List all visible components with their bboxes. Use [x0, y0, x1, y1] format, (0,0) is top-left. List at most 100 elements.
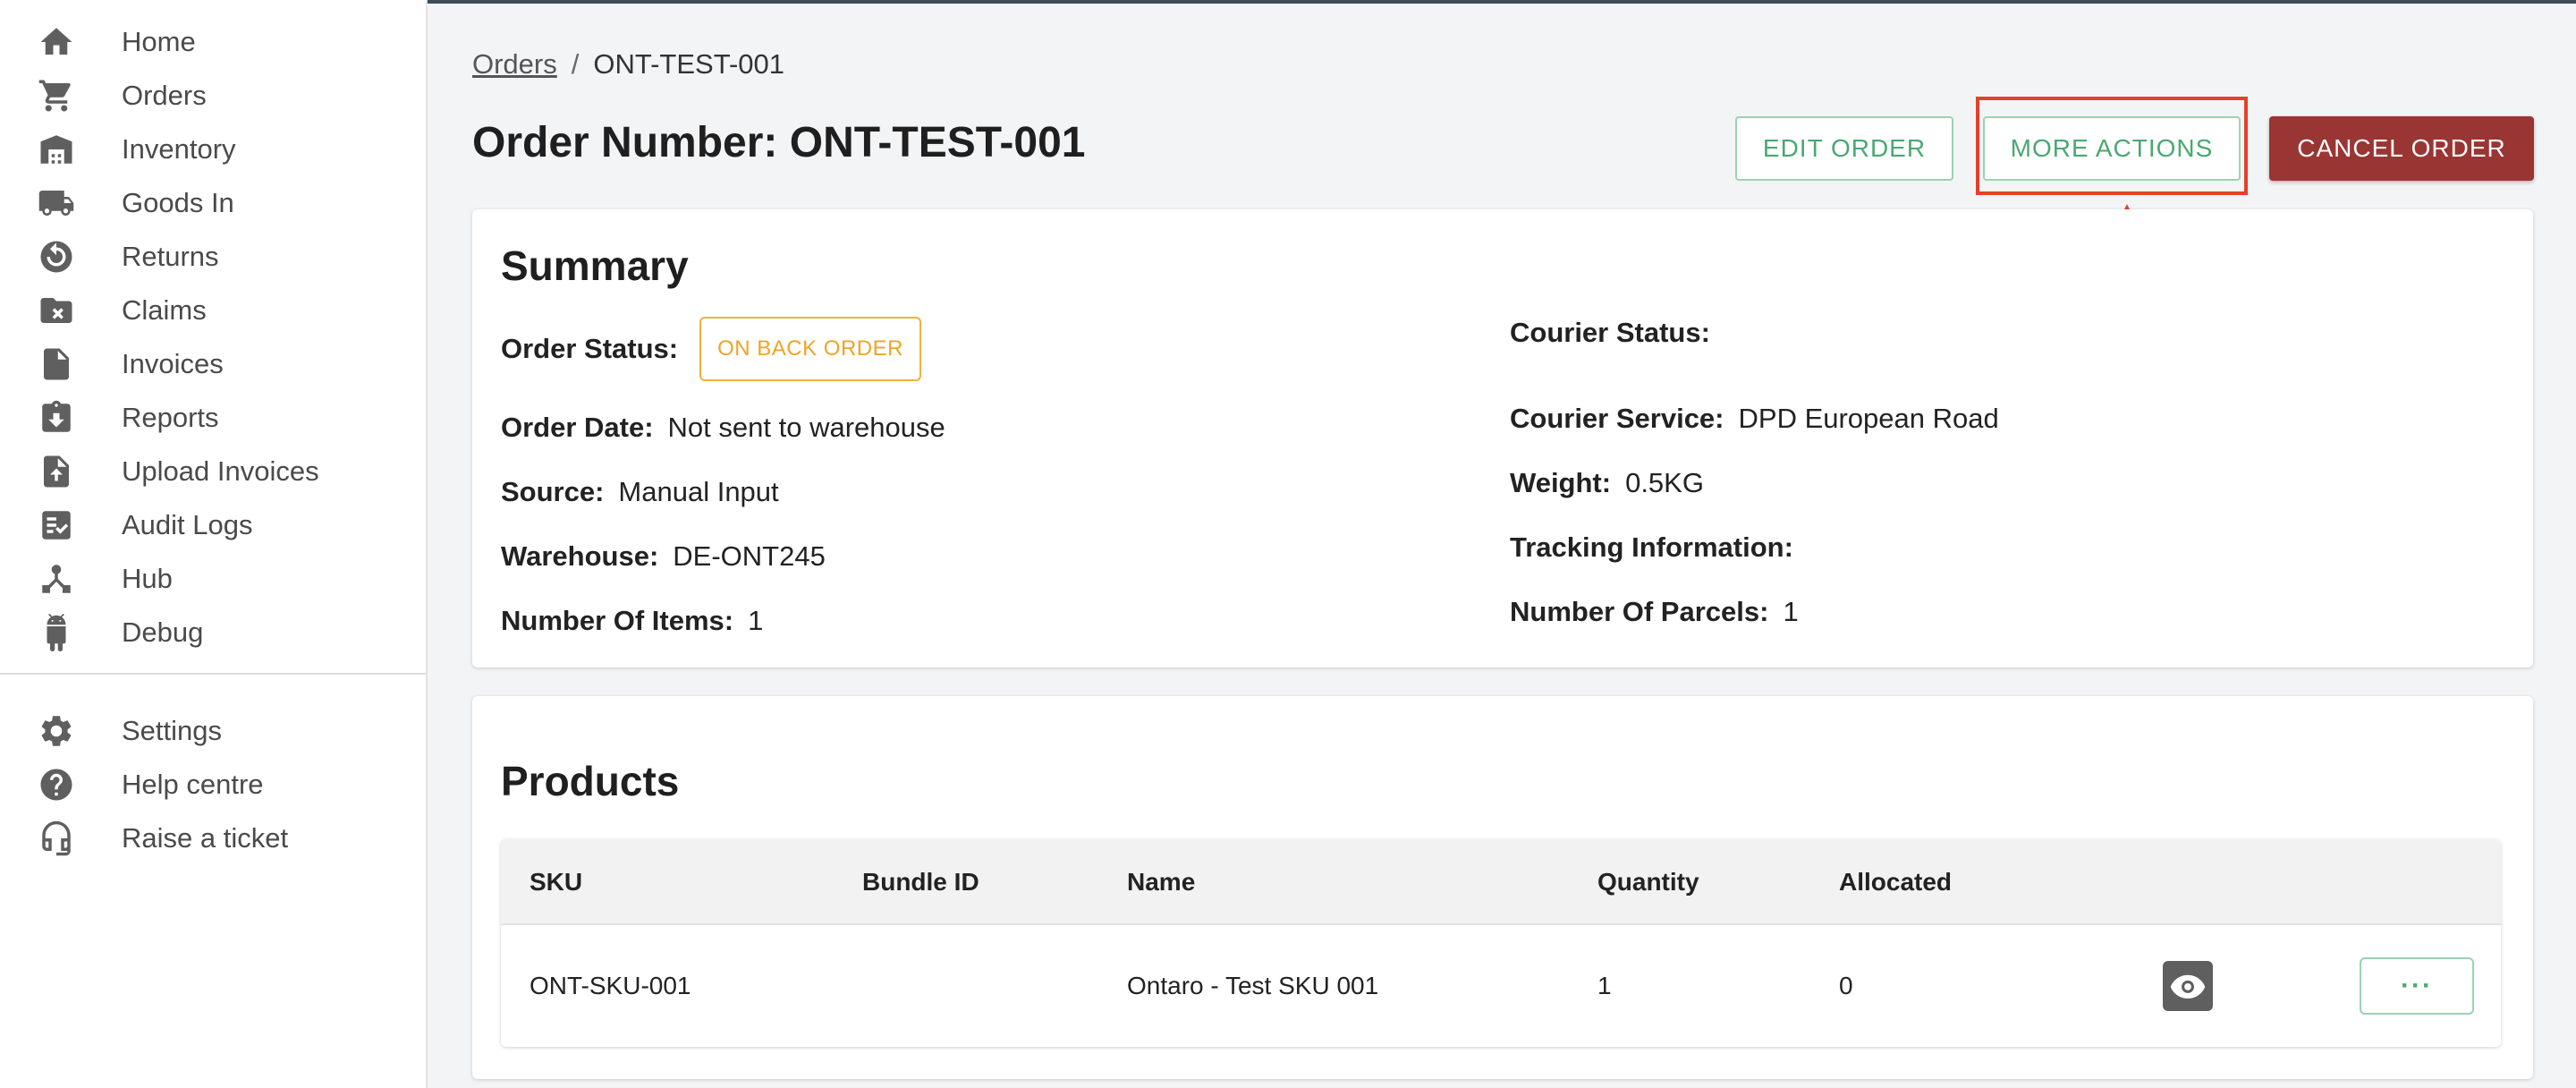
checklist-icon: [36, 505, 77, 546]
sidebar-item-help-centre[interactable]: Help centre: [0, 758, 426, 812]
sidebar-item-label: Hub: [122, 563, 173, 594]
order-status-label: Order Status:: [501, 333, 679, 364]
column-header-sku[interactable]: SKU: [530, 839, 582, 925]
weight-label: Weight:: [1510, 467, 1612, 498]
sidebar-item-label: Goods In: [122, 187, 234, 218]
sidebar-item-home[interactable]: Home: [0, 15, 426, 69]
source-label: Source:: [501, 476, 605, 507]
sidebar: Home Orders Inventory Goods In Returns C…: [0, 0, 428, 1088]
sidebar-item-label: Claims: [122, 294, 207, 326]
products-title: Products: [501, 758, 680, 804]
source-field: Source: Manual Input: [501, 471, 779, 514]
sidebar-item-label: Audit Logs: [122, 509, 253, 540]
column-header-bundle-id[interactable]: Bundle ID: [862, 839, 979, 925]
home-icon: [36, 21, 77, 63]
android-icon: [36, 612, 77, 653]
sidebar-item-inventory[interactable]: Inventory: [0, 123, 426, 176]
sidebar-item-debug[interactable]: Debug: [0, 606, 426, 659]
tracking-field: Tracking Information:: [1510, 526, 1808, 569]
breadcrumb: Orders / ONT-TEST-001: [472, 48, 784, 81]
row-more-options-button[interactable]: ···: [2360, 957, 2474, 1015]
weight-field: Weight: 0.5KG: [1510, 462, 1704, 505]
cancel-order-button[interactable]: CANCEL ORDER: [2269, 116, 2534, 181]
sidebar-item-label: Returns: [122, 241, 219, 272]
sidebar-item-hub[interactable]: Hub: [0, 552, 426, 606]
file-icon: [36, 344, 77, 385]
order-date-label: Order Date:: [501, 412, 654, 443]
source-value: Manual Input: [618, 476, 779, 507]
order-date-field: Order Date: Not sent to warehouse: [501, 406, 945, 449]
file-upload-icon: [36, 451, 77, 492]
weight-value: 0.5KG: [1625, 467, 1704, 498]
column-header-name[interactable]: Name: [1127, 839, 1195, 925]
gear-icon: [36, 710, 77, 752]
cart-icon: [36, 75, 77, 116]
edit-order-button[interactable]: EDIT ORDER: [1735, 116, 1953, 181]
sidebar-item-invoices[interactable]: Invoices: [0, 337, 426, 391]
tracking-label: Tracking Information:: [1510, 531, 1793, 563]
headset-icon: [36, 818, 77, 859]
sidebar-item-returns[interactable]: Returns: [0, 230, 426, 284]
sidebar-item-label: Debug: [122, 616, 204, 648]
cell-sku: ONT-SKU-001: [530, 972, 691, 999]
items-count-field: Number Of Items: 1: [501, 599, 763, 642]
sidebar-item-label: Reports: [122, 402, 219, 433]
cell-quantity: 1: [1597, 972, 1612, 999]
column-header-quantity[interactable]: Quantity: [1597, 839, 1699, 925]
sidebar-item-upload-invoices[interactable]: Upload Invoices: [0, 445, 426, 498]
page-title: Order Number: ONT-TEST-001: [472, 119, 1086, 166]
order-date-value: Not sent to warehouse: [667, 412, 945, 443]
courier-status-field: Courier Status:: [1510, 311, 1724, 354]
summary-title: Summary: [501, 242, 689, 289]
sidebar-item-label: Orders: [122, 80, 207, 111]
clipboard-download-icon: [36, 397, 77, 438]
warehouse-label: Warehouse:: [501, 540, 659, 572]
cell-name: Ontaro - Test SKU 001: [1127, 972, 1379, 999]
sidebar-item-orders[interactable]: Orders: [0, 69, 426, 123]
courier-service-field: Courier Service: DPD European Road: [1510, 397, 1999, 440]
top-border: [428, 0, 2576, 4]
help-icon: [36, 764, 77, 805]
products-card: Products SKU Bundle ID Name Quantity All…: [472, 696, 2533, 1079]
parcels-label: Number Of Parcels:: [1510, 596, 1769, 627]
sidebar-item-claims[interactable]: Claims: [0, 284, 426, 337]
status-badge: ON BACK ORDER: [699, 317, 921, 381]
courier-service-label: Courier Service:: [1510, 403, 1724, 434]
view-item-button[interactable]: [2163, 961, 2213, 1011]
sidebar-item-audit-logs[interactable]: Audit Logs: [0, 498, 426, 552]
table-header: SKU Bundle ID Name Quantity Allocated: [501, 839, 2501, 925]
sidebar-divider: [0, 673, 426, 675]
summary-card: Summary Order Status: ON BACK ORDER Orde…: [472, 209, 2533, 667]
breadcrumb-current: ONT-TEST-001: [593, 48, 784, 80]
sidebar-item-label: Home: [122, 26, 196, 57]
parcels-value: 1: [1783, 596, 1799, 627]
warehouse-value: DE-ONT245: [673, 540, 826, 572]
sidebar-item-reports[interactable]: Reports: [0, 391, 426, 445]
breadcrumb-link-orders[interactable]: Orders: [472, 48, 557, 81]
courier-service-value: DPD European Road: [1738, 403, 1999, 434]
courier-status-label: Courier Status:: [1510, 317, 1710, 348]
sidebar-item-label: Inventory: [122, 133, 236, 165]
warehouse-field: Warehouse: DE-ONT245: [501, 535, 826, 578]
items-count-label: Number Of Items:: [501, 605, 734, 636]
truck-icon: [36, 183, 77, 224]
sidebar-item-label: Settings: [122, 715, 223, 746]
sidebar-item-label: Upload Invoices: [122, 455, 319, 487]
sidebar-item-goods-in[interactable]: Goods In: [0, 176, 426, 230]
sidebar-item-settings[interactable]: Settings: [0, 704, 426, 758]
sidebar-item-label: Help centre: [122, 769, 264, 800]
sidebar-item-raise-ticket[interactable]: Raise a ticket: [0, 812, 426, 865]
table-row: ONT-SKU-001 Ontaro - Test SKU 001 1 0 ··…: [501, 925, 2501, 1047]
parcels-field: Number Of Parcels: 1: [1510, 591, 1799, 633]
return-icon: [36, 236, 77, 277]
eye-icon: [2170, 974, 2206, 999]
breadcrumb-separator: /: [571, 48, 580, 80]
folder-x-icon: [36, 290, 77, 331]
order-status-field: Order Status: ON BACK ORDER: [501, 317, 921, 381]
warehouse-icon: [36, 129, 77, 170]
annotation-highlight-box: [1976, 97, 2248, 195]
column-header-allocated[interactable]: Allocated: [1839, 839, 1952, 925]
items-count-value: 1: [748, 605, 764, 636]
sidebar-item-label: Raise a ticket: [122, 822, 289, 854]
sidebar-item-label: Invoices: [122, 348, 224, 379]
